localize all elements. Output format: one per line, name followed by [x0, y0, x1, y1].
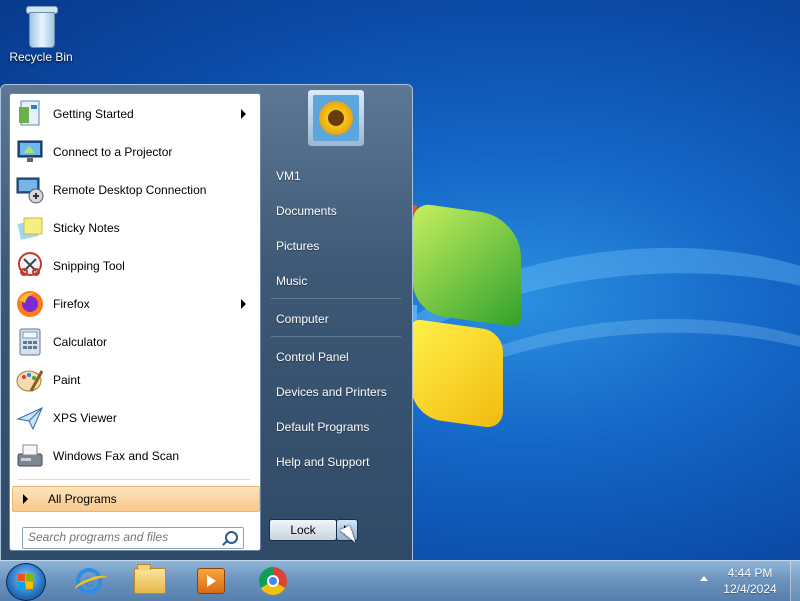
snipping-tool-icon [15, 251, 45, 281]
recycle-bin-icon [26, 6, 58, 48]
link-computer[interactable]: Computer [266, 304, 406, 334]
separator [18, 479, 250, 480]
calculator-icon [15, 327, 45, 357]
lock-button[interactable]: Lock [269, 519, 337, 541]
clock-date: 12/4/2024 [723, 582, 777, 596]
chrome-icon [259, 567, 287, 595]
program-fax-scan[interactable]: Windows Fax and Scan [12, 438, 258, 474]
submenu-arrow-icon [241, 299, 246, 309]
projector-icon [15, 137, 45, 167]
recycle-bin-shortcut[interactable]: Recycle Bin [6, 6, 76, 64]
remote-desktop-icon [15, 175, 45, 205]
start-button[interactable] [6, 563, 46, 601]
taskbar-internet-explorer[interactable]: e [60, 563, 118, 599]
recycle-bin-label: Recycle Bin [9, 50, 73, 64]
getting-started-icon [15, 99, 45, 129]
file-explorer-icon [134, 564, 166, 594]
windows-logo-icon [18, 574, 34, 590]
program-calculator[interactable]: Calculator [12, 324, 258, 360]
clock-time: 4:44 PM [727, 566, 773, 580]
link-help-support[interactable]: Help and Support [266, 447, 406, 477]
link-default-programs[interactable]: Default Programs [266, 412, 406, 442]
fax-scan-icon [15, 441, 45, 471]
clock[interactable]: 4:44 PM 12/4/2024 [716, 565, 784, 597]
link-devices-printers[interactable]: Devices and Printers [266, 377, 406, 407]
program-remote-desktop[interactable]: Remote Desktop Connection [12, 172, 258, 208]
xps-viewer-icon [15, 403, 45, 433]
programs-pane: Getting Started Connect to a Projector R… [9, 93, 261, 551]
show-desktop-button[interactable] [790, 561, 800, 601]
link-pictures[interactable]: Pictures [266, 231, 406, 261]
program-getting-started[interactable]: Getting Started [12, 96, 258, 132]
taskbar-chrome[interactable] [244, 563, 302, 599]
program-connect-projector[interactable]: Connect to a Projector [12, 134, 258, 170]
link-documents[interactable]: Documents [266, 196, 406, 226]
sticky-notes-icon [15, 213, 45, 243]
submenu-arrow-icon [241, 109, 246, 119]
program-firefox[interactable]: Firefox [12, 286, 258, 322]
firefox-icon [15, 289, 45, 319]
media-player-icon [197, 568, 225, 594]
separator [271, 336, 401, 337]
expand-arrow-icon [23, 494, 28, 504]
search-icon[interactable] [225, 531, 238, 544]
all-programs-button[interactable]: All Programs [12, 486, 260, 512]
link-control-panel[interactable]: Control Panel [266, 342, 406, 372]
all-programs-label: All Programs [48, 492, 117, 506]
show-hidden-icons-button[interactable] [700, 576, 708, 581]
start-menu: Getting Started Connect to a Projector R… [0, 84, 413, 564]
taskbar: e 4:44 PM 12/4/2024 [0, 560, 800, 601]
program-snipping-tool[interactable]: Snipping Tool [12, 248, 258, 284]
program-paint[interactable]: Paint [12, 362, 258, 398]
search-input[interactable] [23, 528, 218, 546]
program-xps-viewer[interactable]: XPS Viewer [12, 400, 258, 436]
windows-logo-wallpaper [401, 202, 525, 430]
search-box[interactable] [22, 527, 244, 549]
user-picture[interactable] [307, 89, 365, 147]
taskbar-file-explorer[interactable] [121, 563, 179, 599]
paint-icon [15, 365, 45, 395]
program-sticky-notes[interactable]: Sticky Notes [12, 210, 258, 246]
taskbar-media-player[interactable] [182, 563, 240, 599]
link-music[interactable]: Music [266, 266, 406, 296]
link-user-folder[interactable]: VM1 [266, 161, 406, 191]
internet-explorer-icon: e [76, 568, 102, 594]
separator [271, 298, 401, 299]
